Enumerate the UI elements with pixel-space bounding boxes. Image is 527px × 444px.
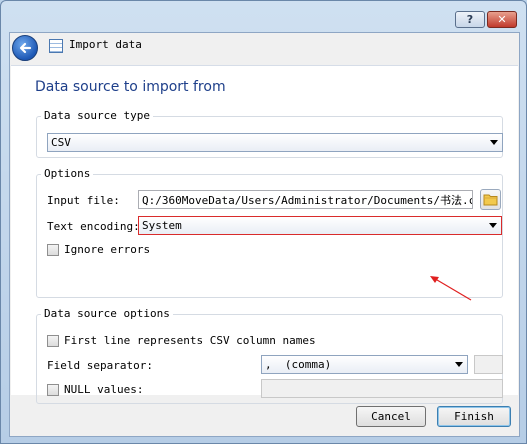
encoding-label: Text encoding: [47,220,140,233]
browse-button[interactable] [480,189,501,210]
encoding-value: System [142,219,182,232]
finish-button[interactable]: Finish [437,406,511,427]
cancel-button[interactable]: Cancel [356,406,426,427]
table-icon [49,39,63,53]
help-button[interactable]: ? [455,11,485,28]
source-type-legend: Data source type [41,109,153,122]
null-values-checkbox[interactable] [47,384,59,396]
wizard-title: Import data [69,38,142,51]
folder-icon [483,194,498,206]
ignore-errors-label: Ignore errors [64,243,151,256]
field-separator-value: , (comma) [265,358,332,371]
ignore-errors-checkbox[interactable] [47,244,59,256]
first-line-checkbox[interactable] [47,335,59,347]
back-button[interactable] [12,35,38,61]
null-values-label: NULL values: [64,383,144,396]
data-source-options-legend: Data source options [41,307,173,320]
first-line-label: First line represents CSV column names [64,334,316,347]
chevron-down-icon [490,140,498,145]
custom-separator-field[interactable] [474,355,503,374]
options-legend: Options [41,167,94,180]
field-separator-select[interactable]: , (comma) [261,355,468,374]
dialog-client: Import data Data source to import from D… [9,32,520,437]
chevron-down-icon [455,362,463,367]
content-panel: Data source to import from Data source t… [11,65,518,404]
annotation-arrow-icon [430,276,472,301]
source-type-value: CSV [51,136,71,149]
field-separator-label: Field separator: [47,359,153,372]
back-arrow-icon [19,42,32,54]
data-source-options-group: Data source options First line represent… [36,307,503,404]
close-button[interactable]: ✕ [487,11,517,28]
wizard-header: Import data [10,33,519,64]
chevron-down-icon [489,223,497,228]
window-frame: ? ✕ Import data Data source to import fr… [0,0,527,444]
input-file-label: Input file: [47,194,120,207]
source-type-select[interactable]: CSV [47,133,503,152]
null-values-field[interactable] [261,379,503,398]
input-file-field[interactable]: Q:/360MoveData/Users/Administrator/Docum… [138,190,473,209]
encoding-select[interactable]: System [138,216,502,235]
source-type-group: Data source type CSV [36,109,503,158]
page-heading: Data source to import from [35,79,226,95]
